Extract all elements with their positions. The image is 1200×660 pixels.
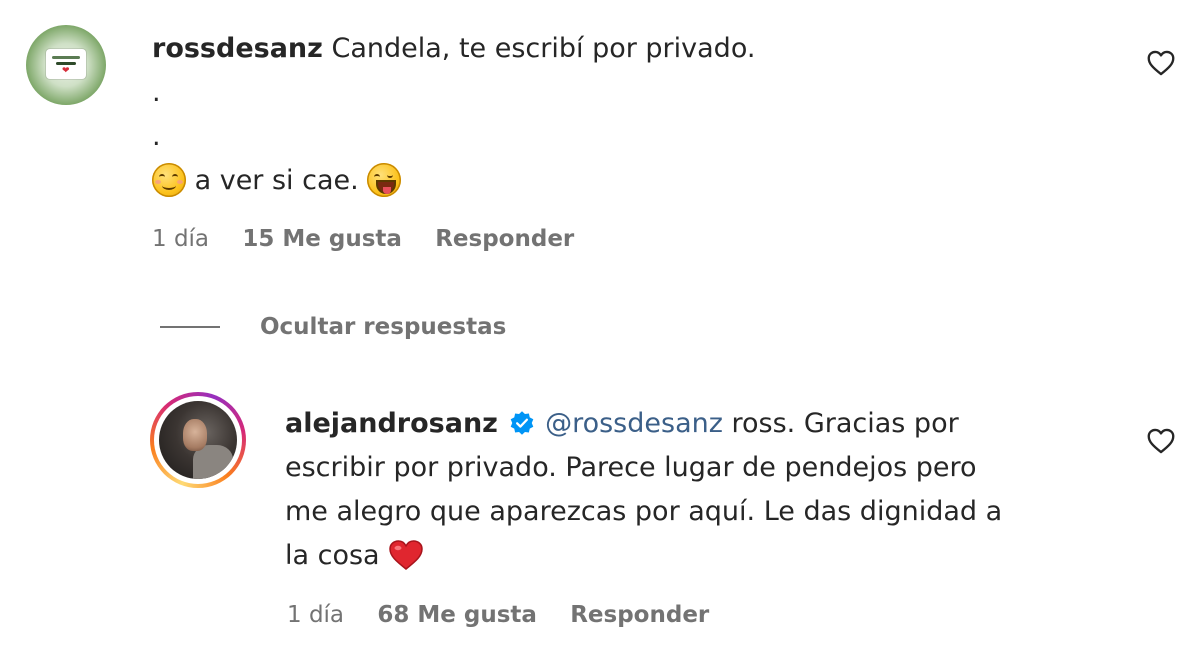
comment-meta: 1 día 68 Me gusta Responder — [287, 602, 735, 628]
comment-time[interactable]: 1 día — [152, 226, 209, 252]
comment-time[interactable]: 1 día — [287, 602, 344, 628]
comment-username[interactable]: rossdesanz — [152, 33, 323, 64]
comment-text: rossdesanz Candela, te escribí por priva… — [152, 27, 1052, 203]
mention-link[interactable]: @rossdesanz — [545, 408, 723, 439]
avatar-badge: ❤ — [46, 49, 86, 79]
comment-body-line: . — [152, 77, 161, 108]
avatar[interactable] — [159, 401, 237, 479]
verified-badge-icon — [510, 411, 533, 435]
comment-body-line: Candela, te escribí por privado. — [331, 33, 756, 64]
comment-body-line: ross. Gracias por — [731, 408, 959, 439]
divider-line — [160, 326, 220, 328]
comment-likes[interactable]: 68 Me gusta — [377, 602, 537, 628]
smiling-face-emoji — [152, 163, 186, 197]
reply-comment: alejandrosanz @rossdesanz ross. Gracias … — [0, 380, 1200, 660]
like-heart-icon[interactable] — [1147, 50, 1175, 76]
comment-body-line: . — [152, 121, 161, 152]
comment-text: alejandrosanz @rossdesanz ross. Gracias … — [285, 402, 1135, 578]
hide-replies-label[interactable]: Ocultar respuestas — [260, 314, 506, 340]
comment-username[interactable]: alejandrosanz — [285, 408, 498, 439]
reply-button[interactable]: Responder — [435, 226, 574, 252]
red-heart-emoji — [389, 540, 423, 570]
comment: ❤ rossdesanz Candela, te escribí por pri… — [0, 0, 1200, 280]
reply-button[interactable]: Responder — [570, 602, 709, 628]
comment-likes[interactable]: 15 Me gusta — [242, 226, 402, 252]
comment-body-line: me alegro que aparezcas por aquí. Le das… — [285, 496, 1003, 527]
like-heart-icon[interactable] — [1147, 428, 1175, 454]
comment-body-line: la cosa — [285, 540, 380, 571]
avatar[interactable]: ❤ — [26, 25, 106, 105]
comment-body-line: a ver si cae. — [194, 165, 359, 196]
hide-replies-toggle[interactable]: Ocultar respuestas — [160, 310, 506, 344]
winking-tongue-emoji — [367, 163, 402, 197]
story-ring[interactable] — [150, 392, 246, 488]
comment-body-line: escribir por privado. Parece lugar de pe… — [285, 452, 977, 483]
comment-meta: 1 día 15 Me gusta Responder — [152, 226, 600, 252]
